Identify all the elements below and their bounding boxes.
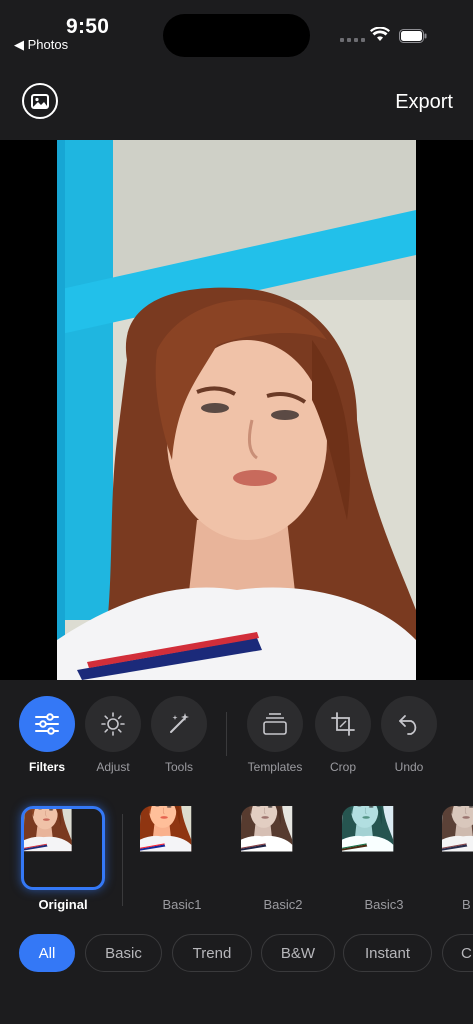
category-chip-instant[interactable]: Instant [343,934,432,972]
tools-tool-button[interactable]: Tools [141,696,217,774]
filter-label: B [462,897,471,912]
gallery-button[interactable] [22,83,58,119]
crop-tool-button[interactable]: Crop [305,696,381,774]
category-chip-bw[interactable]: B&W [261,934,335,972]
stack-icon [263,713,287,735]
status-time: 9:50 [66,15,110,38]
tool-label: Filters [28,760,65,774]
edited-photo [57,140,416,680]
tool-label: Tools [164,760,193,774]
filters-tool-button[interactable]: Filters [9,696,85,774]
filter-thumbnail [442,806,473,890]
sliders-icon [35,713,59,735]
toolbar-divider [226,712,227,756]
adjust-tool-button[interactable]: Adjust [75,696,151,774]
battery-icon [399,29,427,43]
templates-tool-button[interactable]: Templates [237,696,313,774]
tool-label: Undo [394,760,424,774]
filter-thumbnail [21,806,105,890]
filter-label: Original [38,897,88,912]
editor-header: Export [0,64,473,140]
dynamic-island [163,14,310,57]
category-chip-partial[interactable]: C [442,934,473,972]
filter-label: Basic2 [263,897,303,912]
category-chip-basic[interactable]: Basic [85,934,162,972]
filter-divider [122,814,123,906]
filter-category-chips: All Basic Trend B&W Instant C [0,934,473,974]
export-button[interactable]: Export [395,91,453,114]
undo-icon [399,715,417,735]
crop-icon [331,712,355,736]
tool-label: Adjust [96,760,130,774]
tool-label: Templates [247,760,303,774]
wifi-icon [370,27,390,41]
filter-thumbnail [140,806,224,890]
magic-wand-icon [170,713,189,733]
image-icon [31,93,49,109]
status-bar: 9:50 ◀ Photos [0,0,473,60]
filter-basic3[interactable]: Basic3 [341,806,427,912]
filter-thumbnail [241,806,325,890]
filter-basic1[interactable]: Basic1 [139,806,225,912]
undo-button[interactable]: Undo [371,696,447,774]
category-chip-all[interactable]: All [19,934,75,972]
back-to-photos-link[interactable]: ◀ Photos [14,37,68,53]
filter-thumbnail [342,806,426,890]
filter-basic2[interactable]: Basic2 [240,806,326,912]
filter-label: Basic3 [364,897,404,912]
filter-label: Basic1 [162,897,202,912]
tool-label: Crop [329,760,356,774]
filter-partial[interactable]: B [442,806,473,912]
edit-toolbar: Filters Adjust Tools Templates Crop Undo [0,680,473,785]
filter-strip: Original Basic1 Basic2 Basic3 B [0,800,473,920]
sun-icon [101,712,125,736]
filter-original[interactable]: Original [20,806,106,912]
photo-canvas [0,140,473,680]
category-chip-trend[interactable]: Trend [172,934,252,972]
cellular-signal-icon [340,38,365,42]
